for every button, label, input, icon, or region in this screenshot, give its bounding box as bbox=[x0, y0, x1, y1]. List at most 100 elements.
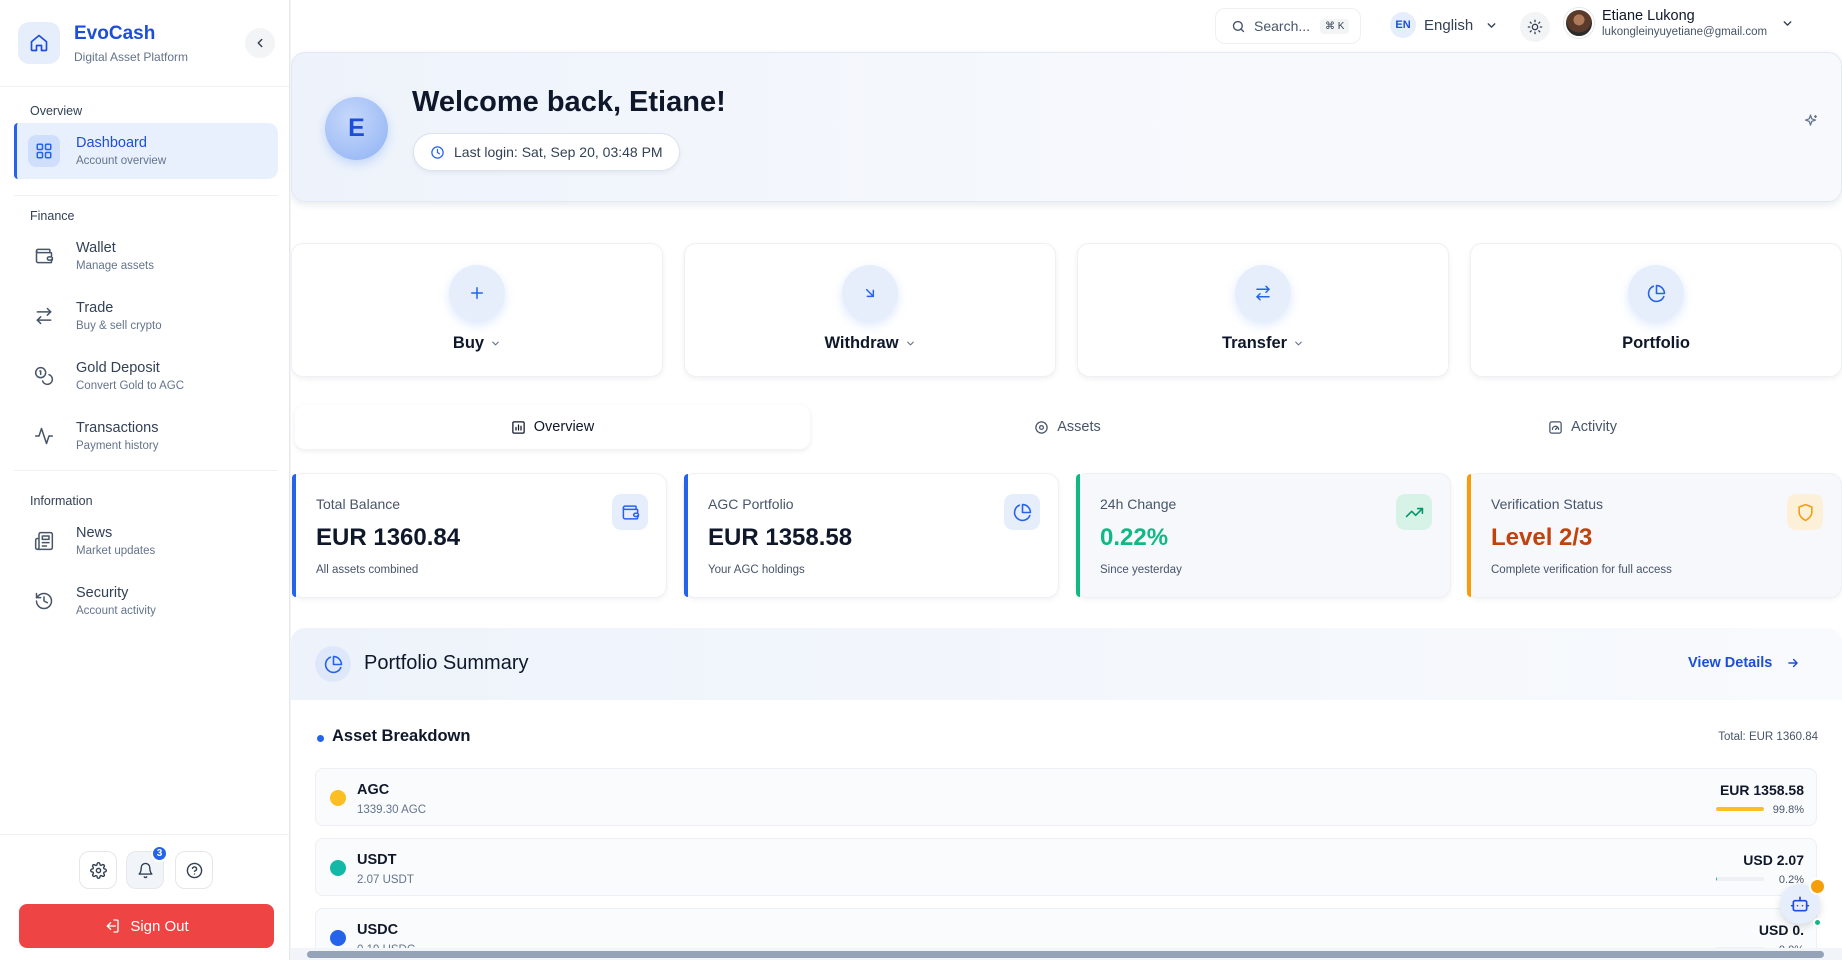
asset-name: USDT bbox=[357, 852, 397, 868]
sidebar-item-sub: Account activity bbox=[76, 605, 156, 617]
sidebar-item-sub: Manage assets bbox=[76, 260, 154, 272]
coins-icon bbox=[28, 360, 60, 392]
online-status-dot bbox=[1813, 918, 1822, 927]
chevron-down-icon bbox=[1487, 22, 1496, 28]
quick-action-transfer[interactable]: Transfer bbox=[1077, 243, 1449, 377]
welcome-banner: E Welcome back, Etiane! Last login: Sat,… bbox=[291, 52, 1842, 202]
horizontal-scrollbar[interactable] bbox=[291, 948, 1842, 960]
sidebar-item-label: Gold Deposit bbox=[76, 360, 160, 376]
asset-name: USDC bbox=[357, 922, 399, 938]
search-button[interactable]: Search... ⌘ K bbox=[1215, 8, 1361, 44]
home-icon[interactable] bbox=[18, 22, 60, 64]
search-placeholder: Search... bbox=[1254, 18, 1311, 34]
tab-assets[interactable]: Assets bbox=[810, 405, 1325, 449]
stat-card-total-balance[interactable]: Total Balance EUR 1360.84 All assets com… bbox=[291, 473, 667, 598]
asset-value: EUR 1358.58 bbox=[1719, 782, 1804, 798]
view-details-link[interactable]: View Details bbox=[1688, 655, 1800, 671]
tab-label: Activity bbox=[1571, 419, 1617, 435]
stat-title: Total Balance bbox=[316, 496, 401, 512]
quick-action-portfolio[interactable]: Portfolio bbox=[1470, 243, 1842, 377]
sidebar-item-trade[interactable]: Trade Buy & sell crypto bbox=[14, 288, 278, 344]
portfolio-summary-header: Portfolio Summary View Details bbox=[291, 628, 1842, 700]
settings-button[interactable] bbox=[79, 851, 117, 889]
user-email: lukongleinyuyetiane@gmail.com bbox=[1602, 26, 1768, 38]
stat-sub: All assets combined bbox=[316, 564, 419, 576]
stat-title: AGC Portfolio bbox=[708, 496, 794, 512]
pie-chart-icon bbox=[1628, 265, 1684, 321]
search-icon bbox=[1232, 20, 1245, 32]
sun-icon bbox=[1527, 19, 1543, 35]
theme-toggle-button[interactable] bbox=[1520, 12, 1550, 42]
language-selector[interactable]: EN English bbox=[1390, 12, 1498, 38]
sidebar-item-wallet[interactable]: Wallet Manage assets bbox=[14, 228, 278, 284]
asset-row-agc[interactable]: AGC 1339.30 AGC EUR 1358.58 99.8% bbox=[315, 768, 1817, 826]
asset-share-bar bbox=[1716, 877, 1764, 881]
sidebar-item-label: Dashboard bbox=[76, 135, 147, 151]
stat-card-verification[interactable]: Verification Status Level 2/3 Complete v… bbox=[1466, 473, 1842, 598]
stat-sub: Complete verification for full access bbox=[1491, 564, 1672, 576]
sidebar-item-sub: Market updates bbox=[76, 545, 156, 557]
asset-quantity: 2.07 USDT bbox=[357, 874, 414, 886]
sidebar-item-transactions[interactable]: Transactions Payment history bbox=[14, 408, 278, 464]
stat-card-24h-change[interactable]: 24h Change 0.22% Since yesterday bbox=[1075, 473, 1451, 598]
asset-value: USD 2.07 bbox=[1743, 852, 1804, 868]
sidebar-item-security[interactable]: Security Account activity bbox=[14, 573, 278, 629]
stat-card-agc-portfolio[interactable]: AGC Portfolio EUR 1358.58 Your AGC holdi… bbox=[683, 473, 1059, 598]
asset-breakdown-title: Asset Breakdown bbox=[332, 727, 471, 745]
help-button[interactable] bbox=[175, 851, 213, 889]
language-label: English bbox=[1424, 16, 1474, 34]
scrollbar-thumb[interactable] bbox=[307, 951, 1824, 958]
divider bbox=[14, 195, 278, 196]
history-icon bbox=[28, 585, 60, 617]
accent-bar bbox=[1467, 474, 1471, 597]
quick-action-label: Transfer bbox=[1078, 334, 1448, 353]
language-code: EN bbox=[1390, 12, 1416, 38]
sign-out-button[interactable]: Sign Out bbox=[19, 904, 274, 948]
notifications-button[interactable]: 3 bbox=[126, 845, 168, 889]
sidebar-item-label: Security bbox=[76, 585, 129, 601]
pie-chart-icon bbox=[1004, 494, 1040, 530]
activity-pulse-icon bbox=[28, 420, 60, 452]
asset-row-usdt[interactable]: USDT 2.07 USDT USD 2.07 0.2% bbox=[315, 838, 1817, 896]
asset-share-bar bbox=[1716, 807, 1764, 811]
view-details-label: View Details bbox=[1688, 655, 1773, 671]
chevron-left-icon bbox=[257, 38, 263, 48]
sidebar-item-sub: Buy & sell crypto bbox=[76, 320, 162, 332]
help-circle-icon bbox=[186, 862, 202, 878]
chevron-down-icon bbox=[906, 341, 914, 346]
last-login-pill: Last login: Sat, Sep 20, 03:48 PM bbox=[413, 133, 680, 171]
stat-value: Level 2/3 bbox=[1491, 524, 1593, 551]
quick-action-buy[interactable]: Buy bbox=[291, 243, 663, 377]
quick-action-label: Withdraw bbox=[685, 334, 1055, 353]
sidebar-item-sub: Convert Gold to AGC bbox=[76, 380, 185, 392]
asset-color-dot bbox=[330, 930, 346, 946]
stat-sub: Since yesterday bbox=[1100, 564, 1182, 576]
bot-icon bbox=[1790, 896, 1810, 912]
asset-name: AGC bbox=[357, 782, 390, 798]
swap-arrows-icon bbox=[1235, 265, 1291, 321]
quick-action-withdraw[interactable]: Withdraw bbox=[684, 243, 1056, 377]
bullet-dot bbox=[317, 735, 324, 742]
bar-chart-icon bbox=[512, 420, 525, 434]
asset-color-dot bbox=[330, 860, 346, 876]
sidebar-item-label: Trade bbox=[76, 300, 114, 316]
sidebar-item-gold-deposit[interactable]: Gold Deposit Convert Gold to AGC bbox=[14, 348, 278, 404]
asset-breakdown-total: Total: EUR 1360.84 bbox=[1718, 731, 1818, 743]
search-shortcut: ⌘ K bbox=[1320, 18, 1350, 34]
fab-badge bbox=[1809, 878, 1826, 895]
nav-section-overview: Overview bbox=[30, 104, 83, 118]
tab-overview[interactable]: Overview bbox=[295, 405, 810, 449]
sidebar-item-news[interactable]: News Market updates bbox=[14, 513, 278, 569]
brand-header: EvoCash Digital Asset Platform bbox=[0, 0, 289, 87]
sidebar-item-dashboard[interactable]: Dashboard Account overview bbox=[14, 123, 278, 179]
user-menu[interactable]: Etiane Lukong lukongleinyuyetiane@gmail.… bbox=[1564, 8, 1794, 38]
brand-subtitle: Digital Asset Platform bbox=[74, 49, 189, 64]
sparkles-icon bbox=[1804, 114, 1817, 126]
nav-section-finance: Finance bbox=[30, 209, 75, 223]
collapse-sidebar-button[interactable] bbox=[245, 28, 275, 58]
asset-color-dot bbox=[330, 790, 346, 806]
tab-activity[interactable]: Activity bbox=[1325, 405, 1840, 449]
target-icon bbox=[1035, 420, 1048, 434]
assistant-bot-button[interactable] bbox=[1780, 878, 1826, 927]
sidebar-item-sub: Payment history bbox=[76, 440, 159, 452]
